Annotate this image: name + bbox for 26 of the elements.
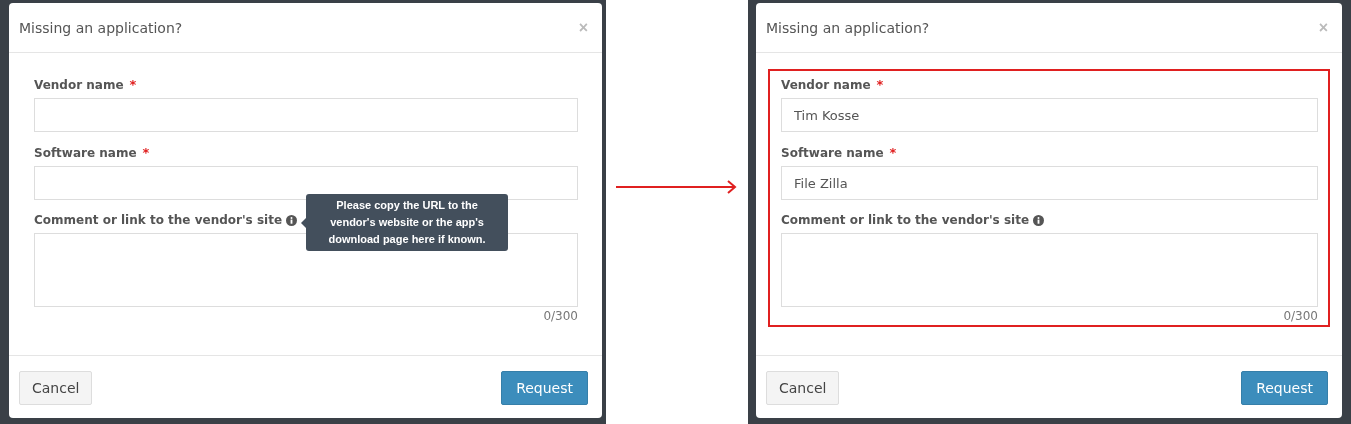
comment-field[interactable] [34, 233, 578, 307]
field-label: Vendor name [781, 77, 871, 92]
field-label: Vendor name [34, 77, 124, 92]
field-label: Software name [34, 145, 137, 160]
field-label: Comment or link to the vendor's site [34, 213, 283, 227]
input-field[interactable]: Tim Kosse [781, 98, 1318, 132]
info-icon[interactable] [1033, 214, 1045, 226]
input-field[interactable]: File Zilla [781, 166, 1318, 200]
character-counter: 0/300 [1283, 309, 1318, 323]
required-mark: * [889, 145, 897, 160]
input-field[interactable] [34, 98, 578, 132]
dialog-title: Missing an application? [766, 19, 930, 36]
character-counter: 0/300 [543, 309, 578, 323]
request-button[interactable]: Request [501, 371, 588, 405]
required-mark: * [876, 77, 884, 92]
field-label: Software name [781, 145, 884, 160]
cancel-button[interactable]: Cancel [766, 371, 840, 405]
cancel-button[interactable]: Cancel [19, 371, 93, 405]
required-mark: * [142, 145, 150, 160]
required-mark: * [129, 77, 137, 92]
request-button[interactable]: Request [1241, 371, 1328, 405]
comment-field[interactable] [781, 233, 1318, 307]
info-icon[interactable] [286, 214, 298, 226]
input-field[interactable] [34, 166, 578, 200]
dialog-title: Missing an application? [19, 19, 183, 36]
field-label: Comment or link to the vendor's site [781, 213, 1030, 227]
